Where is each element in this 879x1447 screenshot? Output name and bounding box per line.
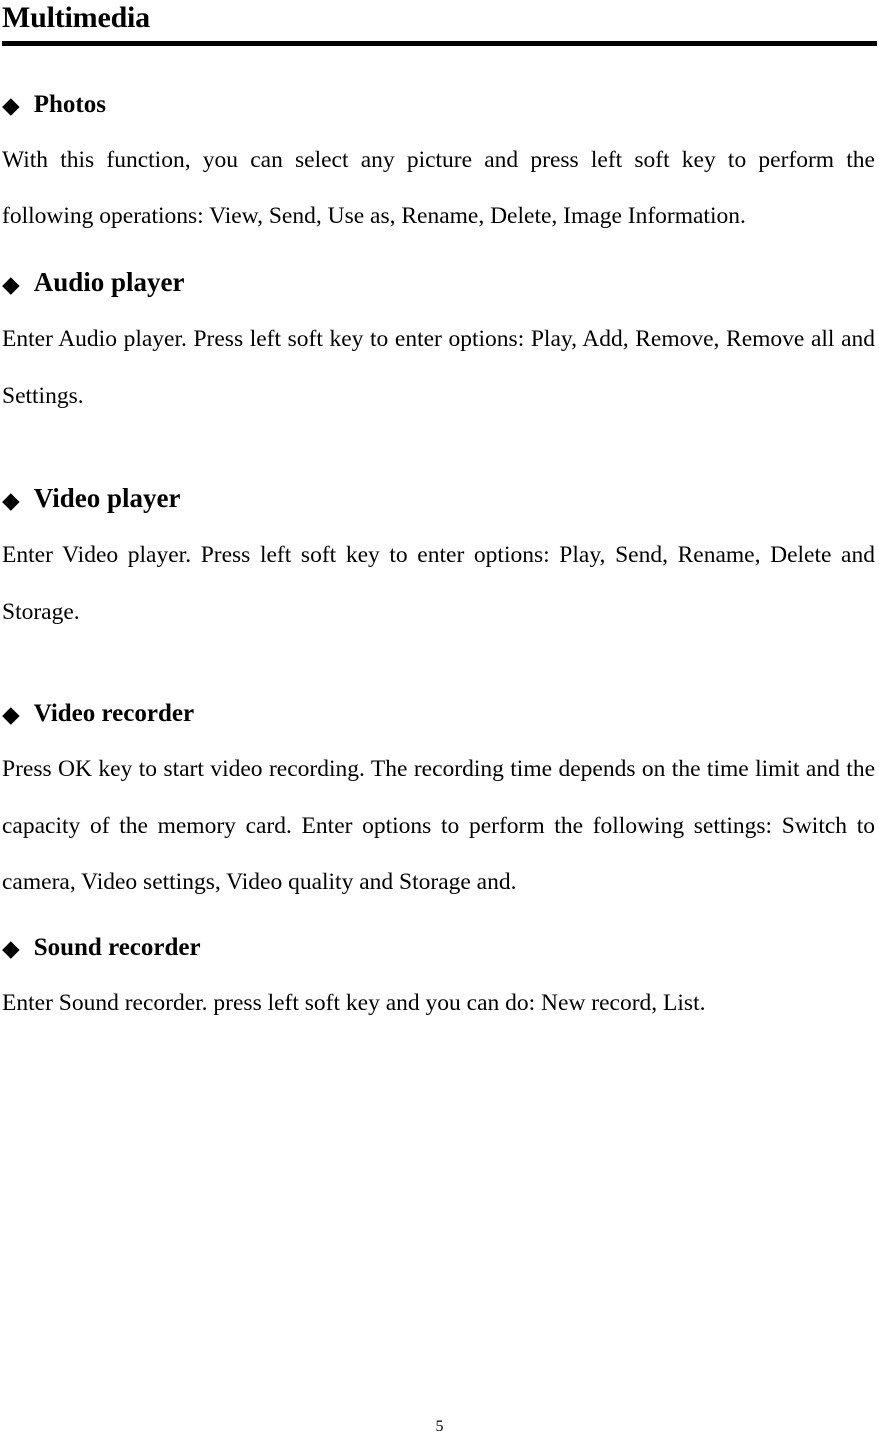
section-heading-video-player: ◆ Video player <box>2 482 875 514</box>
section-video-recorder: ◆ Video recorder Press OK key to start vi… <box>2 701 875 912</box>
section-heading-label: Video recorder <box>33 699 195 727</box>
section-body-video-player: Enter Video player. Press left soft key … <box>2 541 875 625</box>
section-body-photos: With this function, you can select any p… <box>2 146 875 230</box>
diamond-bullet-icon: ◆ <box>2 272 20 299</box>
section-audio-player: ◆ Audio player Enter Audio player. Press … <box>2 269 875 425</box>
diamond-bullet-icon: ◆ <box>2 701 20 728</box>
section-heading-label: Audio player <box>33 267 185 298</box>
section-heading-photos: ◆ Photos <box>2 92 875 118</box>
section-body-video-recorder: Press OK key to start video recording. T… <box>2 755 875 896</box>
section-heading-video-recorder: ◆ Video recorder <box>2 701 875 727</box>
page-title: Multimedia <box>2 1 150 34</box>
diamond-bullet-icon: ◆ <box>2 936 20 963</box>
section-heading-label: Video player <box>33 482 181 513</box>
section-body-audio-player: Enter Audio player. Press left soft key … <box>2 326 875 410</box>
page-number: 5 <box>435 1418 444 1435</box>
section-heading-audio-player: ◆ Audio player <box>2 269 875 297</box>
section-heading-label: Photos <box>33 90 106 118</box>
section-heading-label: Sound recorder <box>33 934 201 962</box>
section-heading-sound-recorder: ◆ Sound recorder <box>2 935 875 961</box>
section-sound-recorder: ◆ Sound recorder Enter Sound recorder. pr… <box>2 935 875 1032</box>
section-photos: ◆ Photos With this function, you can sele… <box>2 92 875 246</box>
diamond-bullet-icon: ◆ <box>2 487 20 514</box>
section-video-player: ◆ Video player Enter Video player. Press … <box>2 482 875 641</box>
section-body-sound-recorder: Enter Sound recorder. press left soft ke… <box>2 990 706 1017</box>
diamond-bullet-icon: ◆ <box>2 92 20 119</box>
document-page: Multimedia ◆ Photos With this function, y… <box>0 0 879 1447</box>
